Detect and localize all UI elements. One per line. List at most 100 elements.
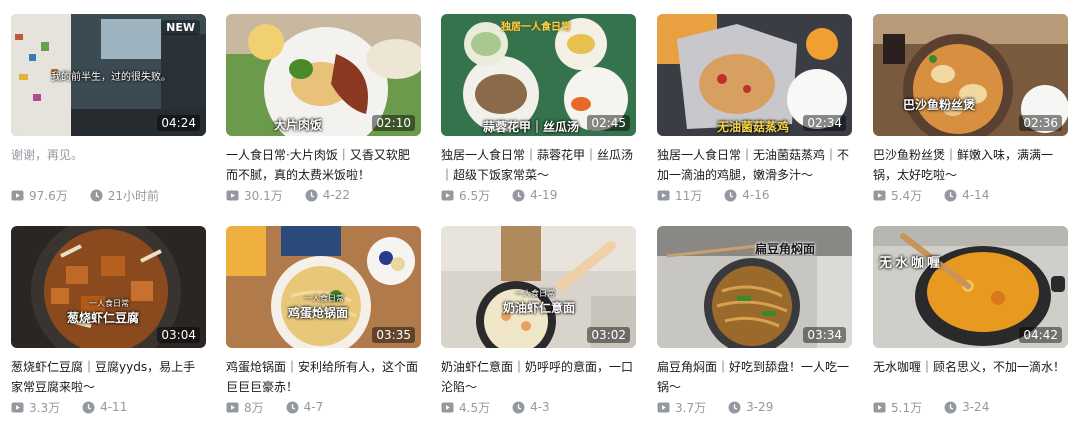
video-thumbnail[interactable]: 无油菌菇蒸鸡 02:34 <box>657 14 852 136</box>
publish-date: 4-7 <box>303 400 324 414</box>
thumbnail-caption: 葱烧虾仁豆腐 <box>67 311 140 325</box>
video-duration: 04:24 <box>157 115 200 131</box>
video-duration: 02:34 <box>803 115 846 131</box>
video-thumbnail[interactable]: 一人食日常 鸡蛋炝锅面 03:35 <box>226 226 421 348</box>
thumbnail-caption-top: 独居一人食日常 <box>501 22 571 33</box>
video-duration: 03:35 <box>372 327 415 343</box>
publish-date: 4-14 <box>962 188 990 202</box>
clock-icon <box>90 189 103 202</box>
video-stats: 11万 4-16 <box>657 186 852 204</box>
publish-date: 4-19 <box>530 188 558 202</box>
thumbnail-caption-small: 一人食日常 <box>304 294 344 303</box>
publish-date: 4-11 <box>100 400 128 414</box>
publish-date: 4-22 <box>322 188 350 202</box>
video-title[interactable]: 无水咖喱｜顾名思义，不加一滴水！ <box>873 357 1068 377</box>
clock-icon <box>286 401 299 414</box>
video-thumbnail[interactable]: 大片肉饭 02:10 <box>226 14 421 136</box>
video-duration: 03:02 <box>587 327 630 343</box>
play-count-icon <box>11 189 24 202</box>
play-count-icon <box>11 401 24 414</box>
video-stats: 6.5万 4-19 <box>441 186 636 204</box>
play-count-icon <box>226 401 239 414</box>
video-title[interactable]: 扁豆角焖面｜好吃到舔盘！一人吃一锅～ <box>657 357 852 397</box>
video-title[interactable]: 独居一人食日常｜无油菌菇蒸鸡｜不加一滴油的鸡腿，嫩滑多汁～ <box>657 145 852 185</box>
video-title[interactable]: 奶油虾仁意面｜奶呼呼的意面，一口沦陷～ <box>441 357 636 397</box>
video-thumbnail[interactable]: 一人食日常 葱烧虾仁豆腐 03:04 <box>11 226 206 348</box>
clock-icon <box>724 189 737 202</box>
publish-date: 21小时前 <box>107 188 160 203</box>
clock-icon <box>944 401 957 414</box>
video-grid: NEW 我的前半生，过的很失败。 04:24 谢谢，再见。 97.6万 21小时… <box>0 0 1080 426</box>
video-thumbnail[interactable]: 扁豆角焖面 03:34 <box>657 226 852 348</box>
play-count: 5.1万 <box>891 400 923 415</box>
thumbnail-caption-small: 一人食日常 <box>515 289 555 298</box>
video-duration: 02:36 <box>1019 115 1062 131</box>
video-card[interactable]: 扁豆角焖面 03:34 扁豆角焖面｜好吃到舔盘！一人吃一锅～ 3.7万 3-29 <box>657 226 852 426</box>
video-stats: 3.7万 3-29 <box>657 398 852 416</box>
thumbnail-caption: 蒜蓉花甲｜丝瓜汤 <box>483 120 580 134</box>
video-card[interactable]: 独居一人食日常 蒜蓉花甲｜丝瓜汤 02:45 独居一人食日常｜蒜蓉花甲｜丝瓜汤｜… <box>441 14 636 214</box>
video-stats: 8万 4-7 <box>226 398 421 416</box>
publish-date: 3-24 <box>962 400 990 414</box>
video-title[interactable]: 谢谢，再见。 <box>11 145 206 165</box>
video-title[interactable]: 巴沙鱼粉丝煲｜鲜嫩入味，满满一锅，太好吃啦～ <box>873 145 1068 185</box>
thumbnail-caption-small: 一人食日常 <box>89 299 129 308</box>
clock-icon <box>944 189 957 202</box>
new-badge: NEW <box>161 20 200 35</box>
play-count: 11万 <box>675 188 703 203</box>
play-count-icon <box>441 401 454 414</box>
video-card[interactable]: 无水咖喱 04:42 无水咖喱｜顾名思义，不加一滴水！ 5.1万 3-24 <box>873 226 1068 426</box>
play-count-icon <box>657 189 670 202</box>
video-duration: 02:45 <box>587 115 630 131</box>
video-title[interactable]: 葱烧虾仁豆腐｜豆腐yyds，易上手家常豆腐来啦～ <box>11 357 206 397</box>
video-duration: 04:42 <box>1019 327 1062 343</box>
video-stats: 30.1万 4-22 <box>226 186 421 204</box>
video-card[interactable]: NEW 我的前半生，过的很失败。 04:24 谢谢，再见。 97.6万 21小时… <box>11 14 206 214</box>
video-card[interactable]: 一人食日常 奶油虾仁意面 03:02 奶油虾仁意面｜奶呼呼的意面，一口沦陷～ 4… <box>441 226 636 426</box>
clock-icon <box>82 401 95 414</box>
play-count: 97.6万 <box>29 188 68 203</box>
video-stats: 3.3万 4-11 <box>11 398 206 416</box>
video-card[interactable]: 一人食日常 葱烧虾仁豆腐 03:04 葱烧虾仁豆腐｜豆腐yyds，易上手家常豆腐… <box>11 226 206 426</box>
publish-date: 4-3 <box>530 400 550 414</box>
video-stats: 5.1万 3-24 <box>873 398 1068 416</box>
video-thumbnail[interactable]: 一人食日常 奶油虾仁意面 03:02 <box>441 226 636 348</box>
video-card[interactable]: 大片肉饭 02:10 一人食日常·大片肉饭｜又香又软肥而不腻，真的太费米饭啦！ … <box>226 14 421 214</box>
video-title[interactable]: 一人食日常·大片肉饭｜又香又软肥而不腻，真的太费米饭啦！ <box>226 145 421 185</box>
thumbnail-caption: 巴沙鱼粉丝煲 <box>903 98 976 112</box>
publish-date: 4-16 <box>742 188 770 202</box>
play-count-icon <box>873 401 886 414</box>
play-count: 6.5万 <box>459 188 491 203</box>
video-thumbnail[interactable]: 无水咖喱 04:42 <box>873 226 1068 348</box>
video-thumbnail[interactable]: NEW 我的前半生，过的很失败。 04:24 <box>11 14 206 136</box>
video-card[interactable]: 一人食日常 鸡蛋炝锅面 03:35 鸡蛋炝锅面｜安利给所有人，这个面巨巨巨豪赤！… <box>226 226 421 426</box>
clock-icon <box>305 189 318 202</box>
play-count: 8万 <box>244 400 264 415</box>
thumbnail-caption: 我的前半生，过的很失败。 <box>51 72 171 83</box>
video-thumbnail[interactable]: 独居一人食日常 蒜蓉花甲｜丝瓜汤 02:45 <box>441 14 636 136</box>
video-duration: 02:10 <box>372 115 415 131</box>
play-count-icon <box>441 189 454 202</box>
play-count: 5.4万 <box>891 188 923 203</box>
thumbnail-caption: 鸡蛋炝锅面 <box>288 306 349 320</box>
video-card[interactable]: 巴沙鱼粉丝煲 02:36 巴沙鱼粉丝煲｜鲜嫩入味，满满一锅，太好吃啦～ 5.4万… <box>873 14 1068 214</box>
play-count: 3.3万 <box>29 400 61 415</box>
thumbnail-caption: 无油菌菇蒸鸡 <box>717 120 790 134</box>
play-count: 3.7万 <box>675 400 707 415</box>
video-stats: 97.6万 21小时前 <box>11 186 206 204</box>
thumbnail-caption: 奶油虾仁意面 <box>503 301 576 315</box>
video-title[interactable]: 鸡蛋炝锅面｜安利给所有人，这个面巨巨巨豪赤！ <box>226 357 421 397</box>
video-title[interactable]: 独居一人食日常｜蒜蓉花甲｜丝瓜汤｜超级下饭家常菜～ <box>441 145 636 185</box>
video-stats: 4.5万 4-3 <box>441 398 636 416</box>
clock-icon <box>728 401 741 414</box>
video-duration: 03:04 <box>157 327 200 343</box>
play-count-icon <box>226 189 239 202</box>
video-card[interactable]: 无油菌菇蒸鸡 02:34 独居一人食日常｜无油菌菇蒸鸡｜不加一滴油的鸡腿，嫩滑多… <box>657 14 852 214</box>
thumbnail-caption: 无水咖喱 <box>879 256 944 271</box>
video-stats: 5.4万 4-14 <box>873 186 1068 204</box>
video-duration: 03:34 <box>803 327 846 343</box>
play-count-icon <box>657 401 670 414</box>
video-thumbnail[interactable]: 巴沙鱼粉丝煲 02:36 <box>873 14 1068 136</box>
play-count: 30.1万 <box>244 188 283 203</box>
play-count-icon <box>873 189 886 202</box>
